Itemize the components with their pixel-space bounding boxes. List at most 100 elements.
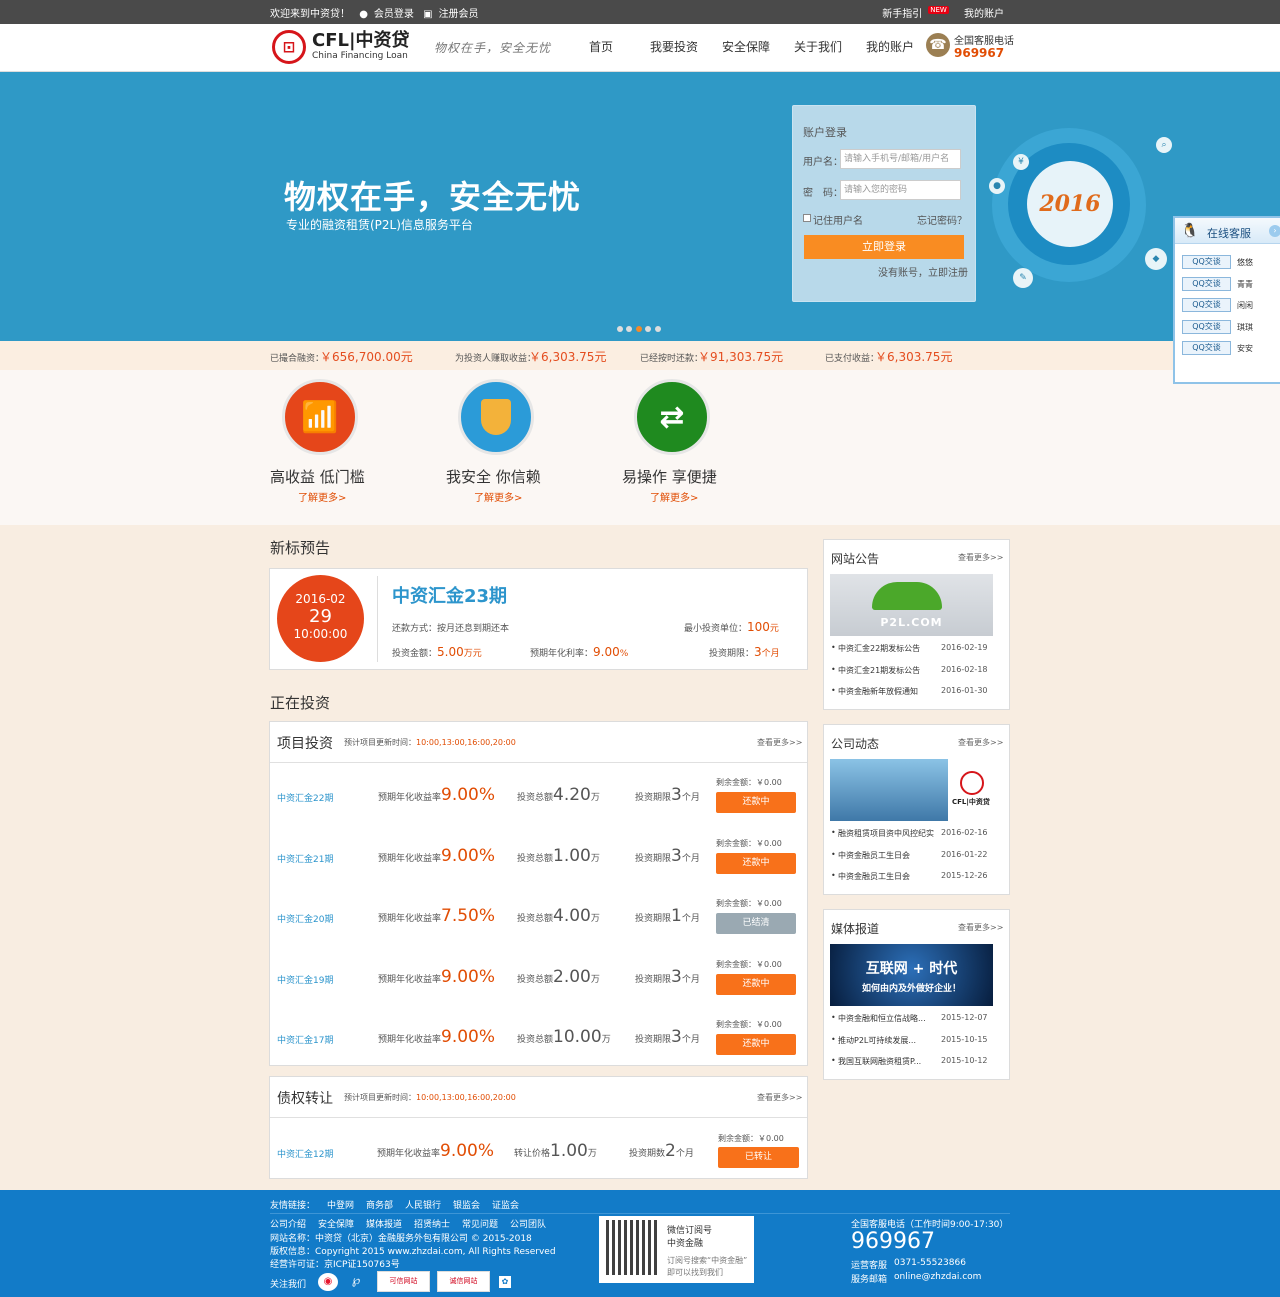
- repay-info: 还款方式：按月还息到期还本: [392, 621, 509, 634]
- feature-more-link[interactable]: 了解更多>: [474, 489, 522, 504]
- rate-label: 预期年化收益率: [377, 1149, 441, 1159]
- qq-chat-button[interactable]: QQ交谈: [1182, 319, 1231, 334]
- login-button[interactable]: 立即登录: [804, 235, 964, 259]
- company-more-link[interactable]: 查看更多>>: [958, 737, 1003, 748]
- weibo-icon[interactable]: ◉: [318, 1273, 338, 1291]
- news-title[interactable]: 中资金融和恒立信战略...: [838, 1013, 926, 1024]
- username-input[interactable]: 请输入手机号/邮箱/用户名: [840, 149, 961, 169]
- company-image[interactable]: CFL|中资贷: [830, 759, 993, 821]
- mail-value[interactable]: online@zhzdai.com: [894, 1272, 981, 1282]
- password-input[interactable]: 请输入您的密码: [840, 180, 961, 200]
- transfer-more-link[interactable]: 查看更多>>: [757, 1092, 802, 1103]
- divider: [270, 1117, 807, 1118]
- slide-dot-2[interactable]: [626, 326, 632, 332]
- news-title[interactable]: 中资汇金22期发标公告: [838, 643, 920, 654]
- divider: [270, 762, 807, 763]
- footer-nav-link[interactable]: 安全保障: [318, 1217, 354, 1230]
- news-title[interactable]: 中资金融员工生日会: [838, 871, 910, 882]
- news-title[interactable]: 中资金融新年放假通知: [838, 686, 918, 697]
- project-name[interactable]: 中资汇金17期: [277, 1033, 333, 1046]
- feature-title: 我安全 你信赖: [446, 468, 541, 486]
- repaying-button[interactable]: 还款中: [716, 852, 796, 874]
- period-label: 投资期限: [635, 793, 672, 803]
- amount-unit: 万元: [463, 649, 482, 659]
- bullet-icon: •: [831, 1056, 836, 1065]
- settled-button[interactable]: 已结清: [716, 913, 796, 934]
- feature-more-link[interactable]: 了解更多>: [298, 489, 346, 504]
- news-title[interactable]: 中资汇金21期发标公告: [838, 665, 920, 676]
- slide-dot-5[interactable]: [655, 326, 661, 332]
- news-title[interactable]: 推动P2L可持续发展...: [838, 1035, 916, 1046]
- notice-image[interactable]: P2L.COM: [830, 574, 993, 636]
- qq-chat-button[interactable]: QQ交谈: [1182, 298, 1231, 312]
- nav-invest[interactable]: 我要投资: [650, 38, 698, 55]
- forgot-link[interactable]: 忘记密码？: [917, 212, 967, 227]
- project-name[interactable]: 中资汇金20期: [277, 912, 333, 925]
- remember-label: 记住用户名: [813, 216, 863, 227]
- footer-nav-link[interactable]: 招贤纳士: [414, 1217, 450, 1230]
- slide-dot-4[interactable]: [645, 326, 651, 332]
- rate-info: 预期年化收益率9.00%: [378, 846, 495, 866]
- media-image[interactable]: 互联网 + 时代 如何由内及外做好企业！: [830, 944, 993, 1006]
- friend-link[interactable]: 证监会: [492, 1198, 519, 1211]
- nav-account[interactable]: 我的账户: [866, 38, 914, 55]
- footer-nav-link[interactable]: 公司介绍: [270, 1217, 306, 1230]
- remain-amount: 剩余金额：￥0.00: [716, 899, 782, 908]
- project-name[interactable]: 中资汇金22期: [277, 791, 333, 804]
- paw-icon[interactable]: ✿: [499, 1276, 511, 1288]
- feature-more-link[interactable]: 了解更多>: [650, 489, 698, 504]
- user-icon: ●: [359, 8, 368, 20]
- media-more-link[interactable]: 查看更多>>: [958, 922, 1003, 933]
- transfer-name[interactable]: 中资汇金12期: [277, 1147, 333, 1160]
- register-prompt[interactable]: 没有账号，立即注册: [878, 264, 968, 279]
- amount-info: 投资总额1.00万: [517, 846, 600, 866]
- features-section: [0, 370, 1280, 525]
- footer-nav-link[interactable]: 媒体报道: [366, 1217, 402, 1230]
- repaying-button[interactable]: 还款中: [716, 1034, 796, 1055]
- logo-text[interactable]: CFL|中资贷: [312, 32, 410, 50]
- trusted-site-badge[interactable]: 可信网站: [377, 1271, 430, 1292]
- remember-checkbox[interactable]: [803, 214, 811, 222]
- guide-link[interactable]: 新手指引 NEW: [882, 5, 955, 20]
- rate-label: 预期年化利率：: [530, 649, 594, 659]
- project-name[interactable]: 中资汇金19期: [277, 973, 333, 986]
- mail-label: 服务邮箱: [851, 1275, 888, 1285]
- friend-link[interactable]: 银监会: [453, 1198, 480, 1211]
- preview-name[interactable]: 中资汇金23期: [392, 582, 507, 608]
- min-value: 100: [747, 620, 770, 634]
- repaying-button[interactable]: 还款中: [716, 792, 796, 813]
- wechat-title: 微信订阅号: [667, 1226, 713, 1236]
- project-name[interactable]: 中资汇金21期: [277, 852, 333, 865]
- rate-label: 预期年化收益率: [378, 974, 442, 985]
- investing-section-title: 正在投资: [270, 694, 331, 712]
- tencent-weibo-icon[interactable]: ℘: [346, 1273, 366, 1291]
- footer-nav-link[interactable]: 公司团队: [510, 1217, 546, 1230]
- news-title[interactable]: 融资租赁项目资中风控纪实: [838, 828, 934, 839]
- nav-home[interactable]: 首页: [589, 38, 613, 55]
- news-title[interactable]: 我国互联网融资租赁P...: [838, 1056, 921, 1067]
- friend-link[interactable]: 商务部: [366, 1198, 393, 1211]
- logo-icon[interactable]: ⊡: [272, 30, 306, 64]
- repaying-button[interactable]: 还款中: [716, 973, 796, 995]
- friend-link[interactable]: 中登网: [327, 1198, 354, 1211]
- news-title[interactable]: 中资金融员工生日会: [838, 850, 910, 861]
- account-link[interactable]: 我的账户: [964, 9, 1004, 20]
- register-link[interactable]: 注册会员: [439, 9, 479, 20]
- nav-security[interactable]: 安全保障: [722, 38, 770, 55]
- transferred-button[interactable]: 已转让: [718, 1147, 799, 1168]
- qq-chat-button[interactable]: QQ交谈: [1182, 255, 1231, 269]
- slide-dot-3[interactable]: [636, 326, 642, 332]
- footer-nav-link[interactable]: 常见问题: [462, 1217, 498, 1230]
- notice-more-link[interactable]: 查看更多>>: [958, 552, 1003, 563]
- collapse-icon[interactable]: ›: [1269, 225, 1280, 237]
- transfer-title: 债权转让: [277, 1091, 333, 1107]
- qq-chat-button[interactable]: QQ交谈: [1182, 341, 1231, 355]
- login-link[interactable]: 会员登录: [374, 9, 414, 20]
- nav-about[interactable]: 关于我们: [794, 38, 842, 55]
- stat-label: 为投资人赚取收益：: [455, 354, 537, 364]
- integrity-site-badge[interactable]: 诚信网站: [437, 1271, 490, 1292]
- projects-more-link[interactable]: 查看更多>>: [757, 737, 802, 748]
- friend-link[interactable]: 人民银行: [405, 1198, 441, 1211]
- qq-chat-button[interactable]: QQ交谈: [1182, 276, 1231, 291]
- slide-dot-1[interactable]: [617, 326, 623, 332]
